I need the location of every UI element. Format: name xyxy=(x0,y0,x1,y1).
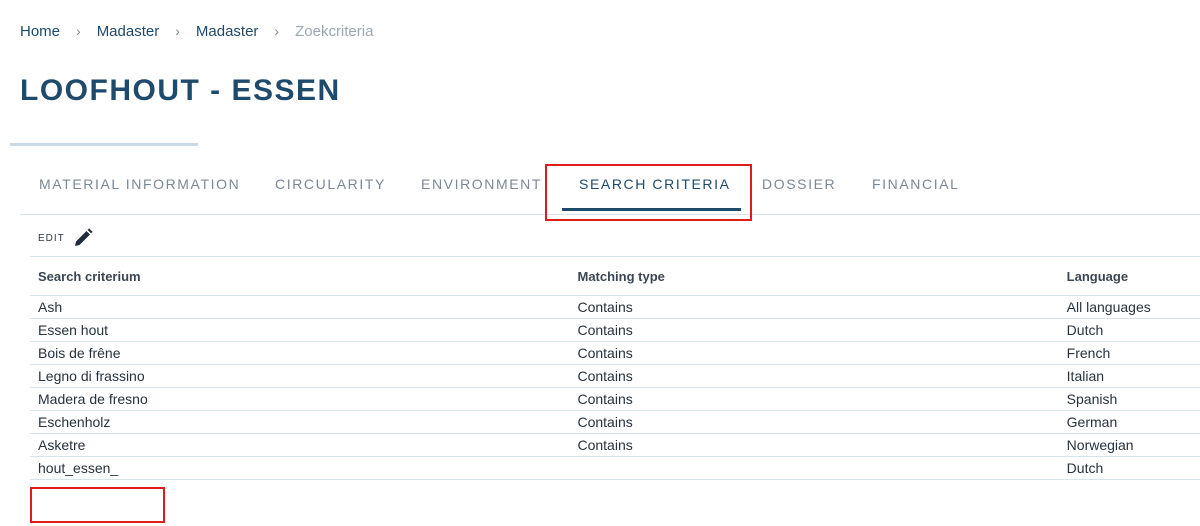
breadcrumb-separator: › xyxy=(76,23,81,39)
tab-material-information[interactable]: MATERIAL INFORMATION xyxy=(39,176,240,192)
cell-search-criterium: Ash xyxy=(30,295,570,319)
cell-language: French xyxy=(1058,341,1200,365)
table-row: Bois de frêne Contains French xyxy=(30,341,1200,365)
cell-search-criterium: Eschenholz xyxy=(30,410,570,434)
table-row: Madera de fresno Contains Spanish xyxy=(30,387,1200,411)
tab-financial[interactable]: FINANCIAL xyxy=(872,176,960,192)
highlight-box-tab xyxy=(545,164,752,221)
cell-search-criterium: hout_essen_ xyxy=(30,456,570,480)
cell-search-criterium: Bois de frêne xyxy=(30,341,570,365)
page-title: LOOFHOUT - ESSEN xyxy=(20,74,341,107)
cell-matching-type: Contains xyxy=(569,364,1059,388)
edit-button[interactable]: EDIT xyxy=(38,226,95,250)
breadcrumb-current: Zoekcriteria xyxy=(295,22,374,40)
edit-label: EDIT xyxy=(38,232,65,244)
table-header-row: Search criterium Matching type Language xyxy=(30,256,1200,296)
tab-environment[interactable]: ENVIRONMENT xyxy=(421,176,542,192)
search-criteria-table: Search criterium Matching type Language … xyxy=(30,256,1200,480)
table-row: Ash Contains All languages xyxy=(30,295,1200,319)
cell-matching-type: Contains xyxy=(569,387,1059,411)
cell-language: Dutch xyxy=(1058,456,1200,480)
table-row: Asketre Contains Norwegian xyxy=(30,433,1200,457)
cell-search-criterium: Legno di frassino xyxy=(30,364,570,388)
breadcrumb-separator: › xyxy=(274,23,280,39)
table-row: Eschenholz Contains German xyxy=(30,410,1200,434)
title-underline xyxy=(10,143,198,146)
column-header-search-criterium: Search criterium xyxy=(30,256,570,296)
cell-matching-type: Contains xyxy=(569,341,1059,365)
cell-search-criterium: Essen hout xyxy=(30,318,570,342)
cell-search-criterium: Asketre xyxy=(30,433,570,457)
cell-language: Norwegian xyxy=(1058,433,1200,457)
breadcrumb: Home › Madaster › Madaster › Zoekcriteri… xyxy=(20,21,373,41)
cell-matching-type: Contains xyxy=(569,295,1059,319)
cell-language: All languages xyxy=(1058,295,1200,319)
pencil-icon xyxy=(74,228,93,246)
cell-matching-type xyxy=(569,456,1059,480)
table-row: Legno di frassino Contains Italian xyxy=(30,364,1200,388)
cell-language: Dutch xyxy=(1058,318,1200,342)
breadcrumb-madaster[interactable]: Madaster xyxy=(97,23,160,40)
breadcrumb-home[interactable]: Home xyxy=(20,23,60,40)
table-row: hout_essen_ Dutch xyxy=(30,456,1200,480)
tab-dossier[interactable]: DOSSIER xyxy=(762,176,836,192)
cell-search-criterium: Madera de fresno xyxy=(30,387,570,411)
column-header-language: Language xyxy=(1058,256,1200,296)
column-header-matching-type: Matching type xyxy=(569,256,1059,296)
cell-language: German xyxy=(1058,410,1200,434)
cell-matching-type: Contains xyxy=(569,318,1059,342)
tab-circularity[interactable]: CIRCULARITY xyxy=(275,176,386,192)
breadcrumb-madaster-2[interactable]: Madaster xyxy=(196,23,259,40)
highlight-box-row xyxy=(30,487,165,523)
cell-matching-type: Contains xyxy=(569,410,1059,434)
table-row: Essen hout Contains Dutch xyxy=(30,318,1200,342)
breadcrumb-separator: › xyxy=(175,23,180,39)
cell-matching-type: Contains xyxy=(569,433,1059,457)
cell-language: Spanish xyxy=(1058,387,1200,411)
cell-language: Italian xyxy=(1058,364,1200,388)
